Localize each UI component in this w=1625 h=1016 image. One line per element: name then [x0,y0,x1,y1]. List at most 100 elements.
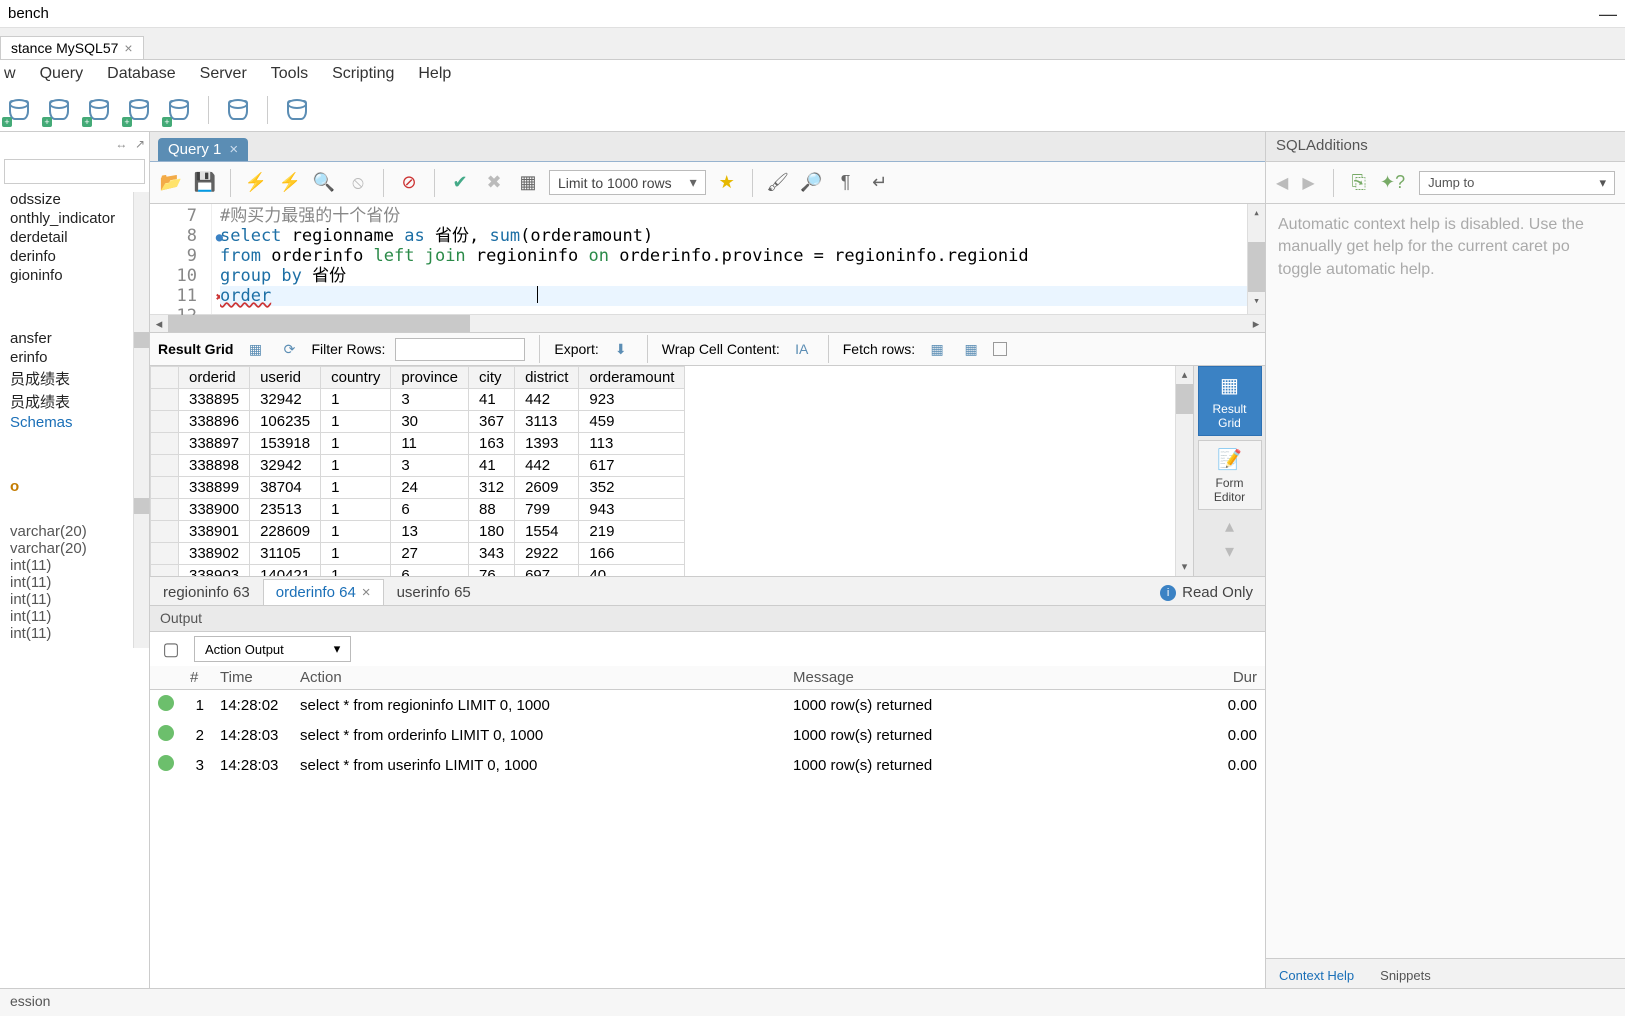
new-view-icon[interactable]: + [124,95,154,125]
result-tab-userinfo[interactable]: userinfo 65 [384,579,484,605]
favorite-icon[interactable] [714,170,740,196]
commit-icon[interactable]: ✔ [447,170,473,196]
find-icon[interactable]: 🔎 [799,170,825,196]
query-tab[interactable]: Query 1 × [158,138,248,161]
schema-tree[interactable]: odssize onthly_indicator derdetail derin… [0,188,149,287]
schema-filter-input[interactable] [4,159,145,184]
export-icon[interactable]: ⬇ [609,337,633,361]
query-toolbar: 📂 💾 🔍 ⦸ ⊘ ✔ ✖ ▦ Limit to 1000 rows ▾ 🖌 🔎… [150,162,1265,204]
reconnect-icon[interactable] [282,95,312,125]
tree-item[interactable]: 员成绩表 [0,367,149,390]
result-tabs: regioninfo 63 orderinfo 64× userinfo 65 … [150,576,1265,606]
menu-server[interactable]: Server [200,65,247,83]
save-file-icon[interactable]: 💾 [192,170,218,196]
grid-view-icon[interactable]: ▦ [243,337,267,361]
rollback-icon[interactable]: ✖ [481,170,507,196]
read-only-indicator: iRead Only [1148,580,1265,605]
editor-vscrollbar[interactable]: ▴▾ [1247,204,1265,314]
new-schema-icon[interactable]: + [44,95,74,125]
menu-tools[interactable]: Tools [271,65,308,83]
menu-scripting[interactable]: Scripting [332,65,394,83]
output-toolbar: ▢ Action Output▾ [150,632,1265,666]
menu-help[interactable]: Help [418,65,451,83]
grid-vscrollbar[interactable]: ▴▾ [1175,366,1193,576]
collapse-icon[interactable]: ↔ [113,137,127,151]
wrap-content-icon[interactable]: IA [790,337,814,361]
explain-icon[interactable]: 🔍 [311,170,337,196]
tab-context-help[interactable]: Context Help [1266,963,1367,988]
autocommit-icon[interactable]: ▦ [515,170,541,196]
connection-tab-strip: stance MySQL57 × [0,28,1625,60]
navigator-panel: ↔ ↗ odssize onthly_indicator derdetail d… [0,132,150,988]
open-file-icon[interactable]: 📂 [158,170,184,196]
new-procedure-icon[interactable]: + [164,95,194,125]
schemas-tab[interactable]: Schemas [0,413,149,432]
beautify-icon[interactable]: 🖌 [765,170,791,196]
filter-rows-input[interactable] [395,338,525,361]
execute-current-icon[interactable] [277,170,303,196]
result-tab-orderinfo[interactable]: orderinfo 64× [263,579,384,605]
nav-scrollbar[interactable] [133,192,149,648]
tree-item-selected[interactable]: derinfo [0,247,149,266]
main-toolbar: + + + + + [0,88,1625,132]
sql-additions-header: SQLAdditions [1266,132,1625,162]
auto-help-icon[interactable]: ✦? [1380,172,1405,193]
panel-up-icon[interactable]: ▴ [1225,516,1234,537]
tab-snippets[interactable]: Snippets [1367,963,1444,988]
fetch-all-icon[interactable]: ▦ [959,337,983,361]
sql-editor[interactable]: 789101112 #购买力最强的十个省份select regionname a… [150,204,1265,314]
row-limit-select[interactable]: Limit to 1000 rows ▾ [549,170,706,195]
output-header: Output [150,606,1265,632]
new-table-icon[interactable]: + [84,95,114,125]
editor-code[interactable]: #购买力最强的十个省份select regionname as 省份, sum(… [212,204,1265,314]
menu-query[interactable]: Query [40,65,84,83]
new-sql-tab-icon[interactable]: + [4,95,34,125]
tree-item[interactable]: gioninfo [0,266,149,285]
dropdown-icon: ▾ [690,174,697,191]
tree-item[interactable]: 员成绩表 [0,390,149,413]
forward-icon[interactable]: ▶ [1302,173,1314,193]
menu-view[interactable]: w [4,65,16,83]
close-icon[interactable]: × [124,40,132,56]
row-limit-label: Limit to 1000 rows [558,175,672,191]
output-type-select[interactable]: Action Output▾ [194,636,351,662]
connection-tab[interactable]: stance MySQL57 × [0,36,144,59]
tree-item[interactable]: odssize [0,190,149,209]
inspector-icon[interactable] [223,95,253,125]
panel-down-icon[interactable]: ▾ [1225,541,1234,562]
close-icon[interactable]: × [362,584,371,601]
invisible-chars-icon[interactable]: ¶ [833,170,859,196]
query-tab-label: Query 1 [168,141,221,158]
refresh-icon[interactable]: ⟳ [277,337,301,361]
sql-additions-panel: SQLAdditions ◀ ▶ ⎘ ✦? Jump to▾ Automatic… [1265,132,1625,988]
wrap-content-label: Wrap Cell Content: [662,341,780,357]
result-tab-regioninfo[interactable]: regioninfo 63 [150,579,263,605]
result-grid[interactable]: orderiduseridcountryprovincecitydistrict… [150,366,1175,576]
tree-item[interactable]: onthly_indicator [0,209,149,228]
menu-database[interactable]: Database [107,65,176,83]
form-editor-card[interactable]: 📝Form Editor [1198,440,1262,510]
execute-icon[interactable] [243,170,269,196]
window-titlebar: bench — [0,0,1625,28]
window-minimize-icon[interactable]: — [1599,4,1617,25]
back-icon[interactable]: ◀ [1276,173,1288,193]
expand-icon[interactable]: ↗ [131,137,145,151]
jump-to-select[interactable]: Jump to▾ [1419,171,1615,195]
window-title: bench [8,5,49,22]
word-wrap-icon[interactable]: ↵ [867,170,893,196]
object-info-header: o [10,478,19,495]
output-view-icon[interactable]: ▢ [158,636,184,662]
manual-help-icon[interactable]: ⎘ [1352,172,1366,193]
tree-item[interactable]: erinfo [0,348,149,367]
output-grid[interactable]: #TimeActionMessageDur114:28:02select * f… [150,666,1265,780]
editor-hscrollbar[interactable]: ◂▸ [150,314,1265,332]
tree-item[interactable]: derdetail [0,228,149,247]
tree-item[interactable]: ansfer [0,329,149,348]
pin-icon[interactable] [993,342,1007,356]
stop-icon[interactable]: ⦸ [345,170,371,196]
column-types: varchar(20) varchar(20) int(11) int(11) … [0,519,149,646]
result-grid-card[interactable]: ▦Result Grid [1198,366,1262,436]
close-icon[interactable]: × [229,141,238,158]
fetch-next-icon[interactable]: ▦ [925,337,949,361]
stop-on-error-icon[interactable]: ⊘ [396,170,422,196]
